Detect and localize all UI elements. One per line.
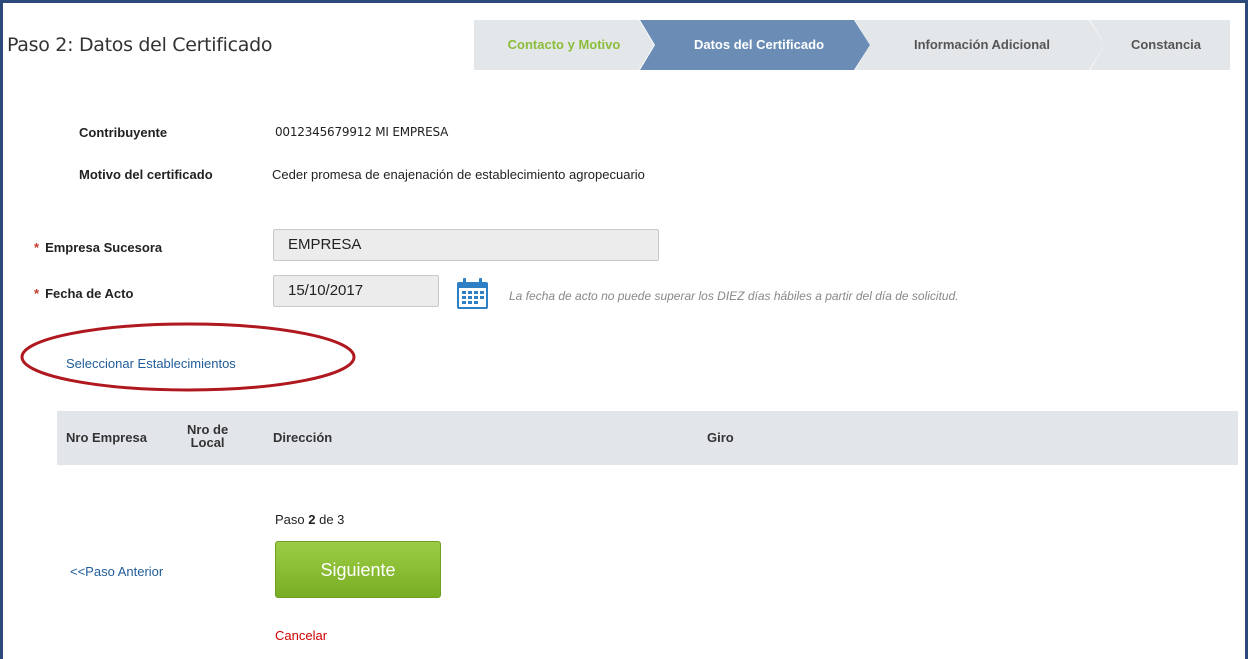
fecha-acto-label: * Fecha de Acto [34,286,133,301]
step-constancia-label: Constancia [1130,37,1202,52]
col-nro-empresa: Nro Empresa [66,430,147,445]
motivo-value: Ceder promesa de enajenación de establec… [272,167,645,182]
col-nro-local: Nro de Local [187,423,228,449]
pager-suffix: de 3 [315,512,345,527]
col-nro-local-line2: Local [190,435,225,450]
empresa-sucesora-input[interactable]: EMPRESA [273,229,659,261]
empresa-sucesora-label: * Empresa Sucesora [34,240,162,255]
contribuyente-value: 0012345679912 MI EMPRESA [275,125,449,139]
fecha-acto-input[interactable]: 15/10/2017 [273,275,439,307]
page-title: Paso 2: Datos del Certificado [7,34,273,56]
cancelar-link[interactable]: Cancelar [275,628,327,643]
col-direccion: Dirección [273,430,333,445]
pager-prefix: Paso [275,512,309,527]
step-informacion-label: Información Adicional [913,37,1051,52]
paso-anterior-link[interactable]: <<Paso Anterior [70,564,163,579]
calendar-icon[interactable] [455,276,490,311]
fecha-acto-hint: La fecha de acto no puede superar los DI… [509,289,959,303]
step-contacto[interactable]: Contacto y Motivo [474,20,654,70]
step-datos-label: Datos del Certificado [693,37,825,52]
motivo-label: Motivo del certificado [79,167,213,182]
step-datos[interactable]: Datos del Certificado [640,20,870,70]
fecha-acto-text: Fecha de Acto [45,286,134,301]
required-mark: * [34,240,40,255]
col-giro: Giro [707,430,734,445]
step-contacto-label: Contacto y Motivo [507,37,621,52]
step-constancia[interactable]: Constancia [1090,20,1230,70]
seleccionar-establecimientos-link[interactable]: Seleccionar Establecimientos [66,356,236,371]
required-mark: * [34,286,40,301]
pager-status: Paso 2 de 3 [275,512,344,527]
establishments-table-header: Nro Empresa Nro de Local Dirección Giro [57,411,1238,465]
step-informacion[interactable]: Información Adicional [855,20,1105,70]
empresa-sucesora-text: Empresa Sucesora [45,240,163,255]
contribuyente-label: Contribuyente [79,125,168,140]
siguiente-button[interactable]: Siguiente [275,541,441,598]
